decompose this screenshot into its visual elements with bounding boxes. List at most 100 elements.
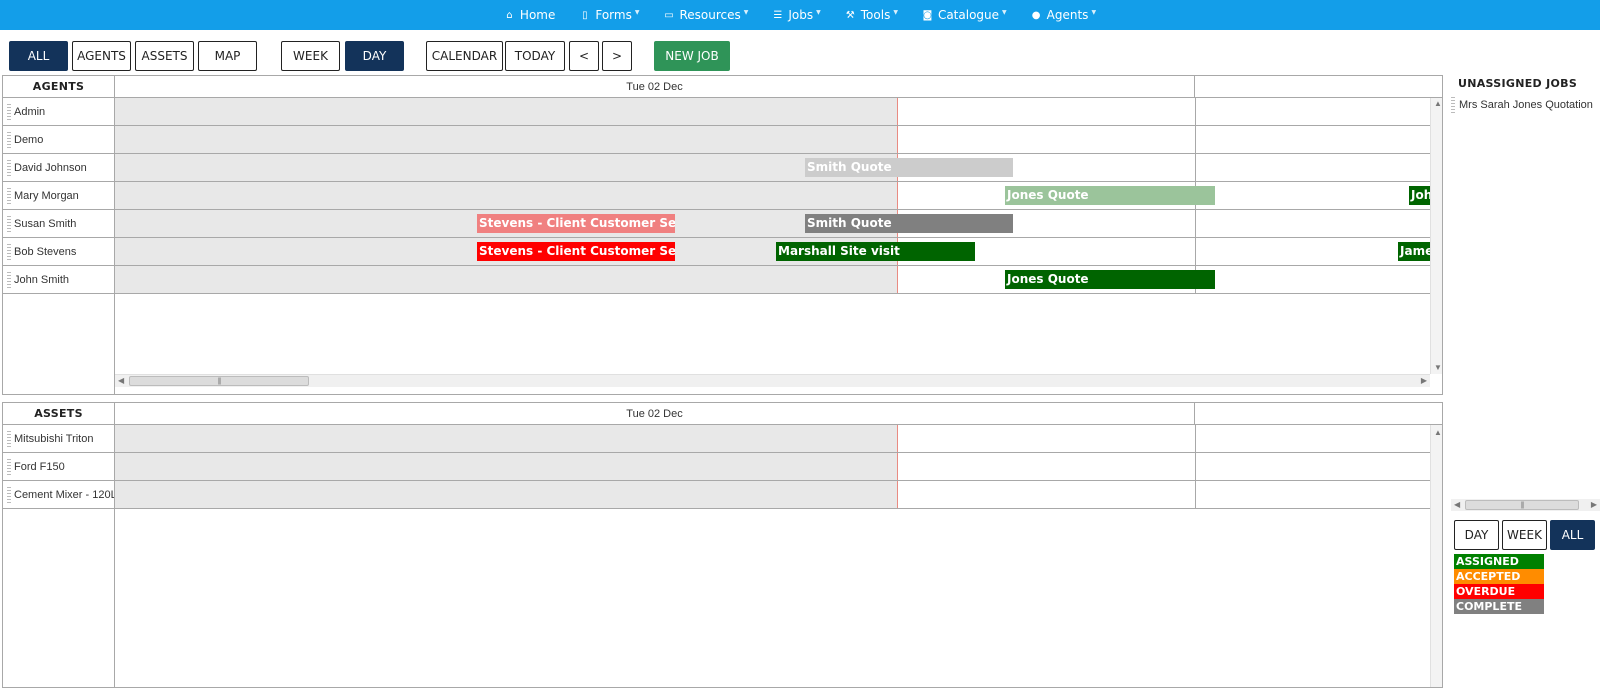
drag-handle-icon[interactable]	[7, 459, 11, 475]
drag-handle-icon[interactable]	[7, 272, 11, 288]
week-view-button[interactable]: WEEK	[281, 41, 340, 71]
next-day-header	[1195, 403, 1442, 425]
timeline-row-demo[interactable]	[115, 126, 1430, 154]
scroll-right-icon[interactable]: ▶	[1591, 501, 1597, 509]
scrollbar-thumb[interactable]: |||	[129, 376, 309, 386]
chevron-down-icon: ▼	[816, 8, 821, 16]
timeline-row-mitsubishi-triton[interactable]	[115, 425, 1430, 453]
top-nav-bar: ⌂ Home ▯ Forms ▼ ▭ Resources ▼ ☰ Jobs ▼ …	[0, 0, 1600, 30]
scroll-left-icon[interactable]: ◀	[118, 377, 124, 385]
job-event-overdue[interactable]: Stevens - Client Customer Servi	[477, 214, 675, 233]
previous-button[interactable]: <	[569, 41, 599, 71]
drag-handle-icon[interactable]	[7, 244, 11, 260]
drag-handle-icon[interactable]	[7, 216, 11, 232]
job-event-assigned[interactable]: Marshall Site visit	[776, 242, 975, 261]
scroll-up-icon[interactable]: ▲	[1434, 100, 1442, 108]
agent-row[interactable]: Bob Stevens	[3, 238, 114, 266]
past-time-shade	[115, 98, 897, 125]
scrollbar-thumb[interactable]: |||	[1465, 500, 1579, 510]
timeline-row-bob-stevens[interactable]: Stevens - Client Customer Servi Marshall…	[115, 238, 1430, 266]
assets-timeline-grid[interactable]	[115, 425, 1430, 509]
new-job-button[interactable]: NEW JOB	[654, 41, 730, 71]
timeline-row-mary-morgan[interactable]: Jones Quote John	[115, 182, 1430, 210]
drag-handle-icon[interactable]	[7, 160, 11, 176]
asset-row[interactable]: Ford F150	[3, 453, 114, 481]
date-header: Tue 02 Dec	[115, 76, 1195, 98]
unassigned-all-button[interactable]: ALL	[1550, 520, 1595, 550]
drive-icon: ▭	[664, 9, 674, 21]
legend-assigned: ASSIGNED	[1454, 554, 1544, 569]
unassigned-day-button[interactable]: DAY	[1454, 520, 1499, 550]
agent-row[interactable]: Mary Morgan	[3, 182, 114, 210]
unassigned-job-item[interactable]: Mrs Sarah Jones Quotation	[1451, 96, 1600, 114]
past-time-shade	[115, 154, 897, 181]
nav-jobs[interactable]: ☰ Jobs ▼	[772, 8, 820, 22]
list-icon: ☰	[773, 9, 783, 21]
vertical-scrollbar[interactable]: ▲ ▼	[1430, 98, 1442, 374]
job-event-assigned[interactable]: John	[1409, 186, 1430, 205]
job-event-assigned[interactable]: Jones Quote	[1005, 186, 1215, 205]
agent-name: David Johnson	[14, 161, 87, 174]
scroll-left-icon[interactable]: ◀	[1454, 501, 1460, 509]
timeline-row-john-smith[interactable]: Jones Quote	[115, 266, 1430, 294]
legend-overdue: OVERDUE	[1454, 584, 1544, 599]
nav-agents[interactable]: ● Agents ▼	[1031, 8, 1096, 22]
nav-forms-label: Forms	[595, 8, 632, 22]
agent-row[interactable]: David Johnson	[3, 154, 114, 182]
today-button[interactable]: TODAY	[505, 41, 565, 71]
nav-catalogue-label: Catalogue	[937, 8, 1000, 22]
drag-handle-icon[interactable]	[7, 431, 11, 447]
home-icon: ⌂	[506, 9, 513, 21]
timeline-row-cement-mixer[interactable]	[115, 481, 1430, 509]
nav-tools[interactable]: ⚒ Tools ▼	[845, 8, 898, 22]
map-button[interactable]: MAP	[198, 41, 257, 71]
agents-timeline-grid[interactable]: Smith Quote Jones Quote John Stevens - C…	[115, 98, 1430, 294]
nav-forms[interactable]: ▯ Forms ▼	[579, 8, 639, 22]
agents-filter-button[interactable]: AGENTS	[72, 41, 131, 71]
scroll-down-icon[interactable]: ▼	[1434, 364, 1442, 372]
job-event-complete[interactable]: Smith Quote	[805, 214, 1013, 233]
drag-handle-icon[interactable]	[1451, 97, 1455, 113]
asset-row[interactable]: Cement Mixer - 120L	[3, 481, 114, 509]
agent-row[interactable]: John Smith	[3, 266, 114, 294]
legend-accepted: ACCEPTED	[1454, 569, 1544, 584]
agent-row[interactable]: Demo	[3, 126, 114, 154]
vertical-scrollbar[interactable]: ▲	[1430, 425, 1442, 687]
drag-handle-icon[interactable]	[7, 487, 11, 503]
next-button[interactable]: >	[602, 41, 632, 71]
unassigned-week-button[interactable]: WEEK	[1502, 520, 1547, 550]
unassigned-horizontal-scrollbar[interactable]: ◀ ||| ▶	[1451, 499, 1600, 511]
nav-resources[interactable]: ▭ Resources ▼	[663, 8, 748, 22]
job-event-assigned[interactable]: James	[1398, 242, 1430, 261]
timeline-row-david-johnson[interactable]: Smith Quote	[115, 154, 1430, 182]
nav-jobs-label: Jobs	[788, 8, 814, 22]
asset-row[interactable]: Mitsubishi Triton	[3, 425, 114, 453]
day-separator	[1195, 126, 1196, 153]
day-view-button[interactable]: DAY	[345, 41, 404, 71]
drag-handle-icon[interactable]	[7, 132, 11, 148]
timeline-row-susan-smith[interactable]: Stevens - Client Customer Servi Smith Qu…	[115, 210, 1430, 238]
job-event-assigned[interactable]: Jones Quote	[1005, 270, 1215, 289]
nav-home-label: Home	[519, 8, 556, 22]
agent-name: John Smith	[14, 273, 70, 286]
nav-home[interactable]: ⌂ Home	[504, 8, 555, 22]
scroll-up-icon[interactable]: ▲	[1434, 429, 1442, 437]
all-filter-button[interactable]: ALL	[9, 41, 68, 71]
timeline-row-ford-f150[interactable]	[115, 453, 1430, 481]
past-time-shade	[115, 453, 897, 480]
agent-name: Bob Stevens	[14, 245, 77, 258]
job-event-complete[interactable]: Smith Quote	[805, 158, 1013, 177]
nav-catalogue[interactable]: ◙ Catalogue ▼	[922, 8, 1007, 22]
past-time-shade	[115, 481, 897, 508]
agent-row[interactable]: Susan Smith	[3, 210, 114, 238]
assets-filter-button[interactable]: ASSETS	[135, 41, 194, 71]
scroll-right-icon[interactable]: ▶	[1421, 377, 1427, 385]
calendar-button[interactable]: CALENDAR	[426, 41, 503, 71]
horizontal-scrollbar[interactable]: ◀ ||| ▶	[115, 374, 1430, 387]
agent-row[interactable]: Admin	[3, 98, 114, 126]
job-event-overdue[interactable]: Stevens - Client Customer Servi	[477, 242, 675, 261]
day-separator	[1195, 98, 1196, 125]
drag-handle-icon[interactable]	[7, 188, 11, 204]
timeline-row-admin[interactable]	[115, 98, 1430, 126]
drag-handle-icon[interactable]	[7, 104, 11, 120]
